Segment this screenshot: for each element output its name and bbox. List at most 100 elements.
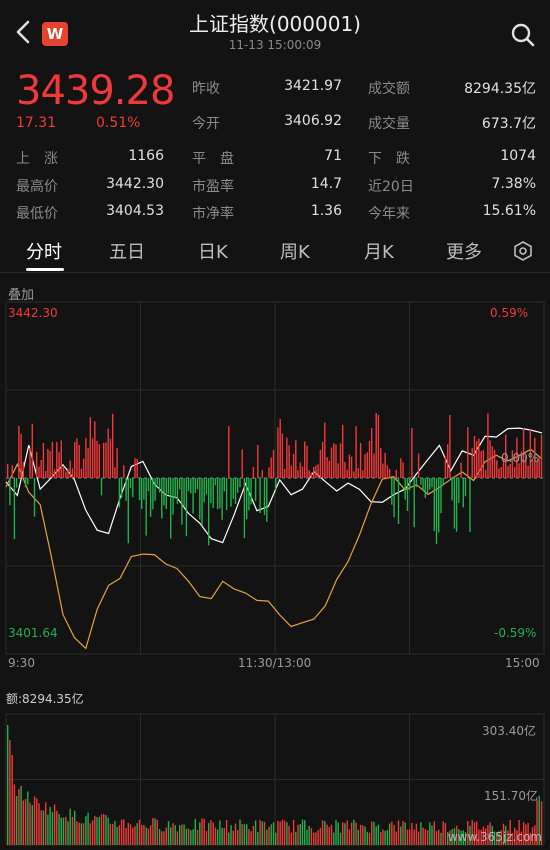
momentum-bar: [223, 478, 225, 492]
volume-bar: [413, 829, 415, 845]
volume-bar: [214, 827, 217, 845]
momentum-bar: [13, 478, 16, 540]
volume-bar: [337, 822, 339, 845]
tabs-divider: [0, 272, 550, 273]
volume-bar: [129, 824, 132, 845]
momentum-bar: [141, 478, 143, 509]
momentum-bar: [451, 478, 453, 501]
volume-bar: [49, 806, 51, 845]
momentum-bar: [114, 467, 116, 478]
volume-bar: [404, 822, 406, 845]
momentum-bar: [250, 478, 252, 505]
volume-bar: [402, 821, 404, 845]
momentum-bar: [85, 437, 87, 478]
momentum-bar: [27, 478, 29, 485]
momentum-bar: [31, 423, 33, 478]
volume-bar: [67, 821, 69, 845]
y-axis-bottom-percent: -0.59%: [494, 626, 537, 640]
tab-monthly-k[interactable]: 月K: [364, 238, 394, 264]
tab-intraday[interactable]: 分时: [26, 238, 62, 264]
momentum-bar: [192, 478, 194, 514]
volume-bar: [246, 824, 248, 845]
volume-bar: [366, 831, 368, 845]
volume-bar: [145, 827, 147, 845]
volume-bar: [339, 832, 342, 845]
volume-bar: [259, 819, 261, 845]
momentum-bar: [339, 443, 342, 478]
volume-bar: [239, 819, 241, 845]
volume-bar: [384, 830, 386, 845]
chart-settings-icon[interactable]: [512, 240, 534, 262]
momentum-bar: [263, 478, 266, 516]
momentum-bar: [404, 478, 406, 500]
momentum-bar: [11, 465, 13, 478]
stat-label-prev-close: 昨收: [192, 81, 220, 97]
volume-bar: [252, 825, 255, 845]
volume-bar: [406, 829, 409, 845]
volume-bar: [395, 831, 397, 845]
momentum-bar: [232, 478, 234, 499]
momentum-bar: [134, 458, 136, 478]
header-bar: W 上证指数(000001) 11-13 15:00:09: [0, 0, 550, 62]
volume-bar: [295, 831, 297, 845]
momentum-bar: [257, 444, 259, 478]
momentum-bar: [333, 443, 335, 478]
current-price: 3439.28: [16, 68, 175, 114]
momentum-bar: [355, 426, 357, 478]
momentum-bar: [174, 478, 176, 499]
volume-bar: [154, 818, 156, 845]
momentum-bar: [527, 465, 529, 478]
momentum-bar: [165, 478, 167, 510]
stat-value-pb: 1.36: [310, 203, 342, 219]
momentum-bar: [433, 478, 435, 532]
momentum-bar: [109, 438, 112, 478]
momentum-bar: [181, 478, 183, 525]
momentum-bar: [344, 461, 346, 478]
volume-bar: [143, 824, 145, 845]
momentum-bar: [154, 478, 156, 501]
volume-bar: [435, 831, 438, 845]
volume-bar: [422, 827, 424, 845]
momentum-bar: [80, 468, 83, 478]
momentum-bar: [74, 441, 76, 478]
volume-bar: [167, 821, 170, 845]
price-change: 17.31: [16, 115, 57, 131]
momentum-bar: [395, 469, 397, 478]
volume-bar: [359, 824, 362, 845]
volume-bar: [371, 821, 373, 845]
x-axis-close-time: 15:00: [505, 656, 540, 670]
volume-amount-label: 额:8294.35亿: [6, 692, 84, 706]
momentum-bar: [429, 478, 431, 490]
momentum-bar: [129, 478, 132, 489]
volume-bar: [277, 820, 279, 845]
volume-bar: [114, 820, 116, 845]
momentum-bar: [259, 478, 261, 514]
tab-5day[interactable]: 五日: [109, 238, 145, 264]
tab-weekly-k[interactable]: 周K: [280, 238, 310, 264]
volume-bar: [319, 827, 322, 845]
momentum-bar: [132, 478, 134, 498]
momentum-bar: [103, 442, 105, 478]
momentum-bar: [500, 466, 502, 478]
momentum-bar: [163, 478, 165, 506]
momentum-bar: [380, 448, 382, 478]
momentum-bar: [241, 449, 243, 478]
momentum-bar: [246, 478, 248, 520]
momentum-bar: [424, 478, 426, 498]
momentum-bar: [487, 413, 489, 478]
volume-bar: [18, 789, 20, 845]
tab-more[interactable]: 更多: [446, 238, 482, 264]
volume-bar: [96, 817, 98, 845]
tab-daily-k[interactable]: 日K: [198, 238, 228, 264]
search-icon[interactable]: [510, 22, 536, 48]
intraday-chart[interactable]: [0, 300, 550, 850]
volume-axis-mid: 151.70亿: [484, 789, 538, 803]
momentum-bar: [49, 450, 51, 478]
volume-bar: [263, 821, 266, 845]
momentum-bar: [371, 428, 373, 478]
volume-bar: [107, 817, 109, 845]
volume-bar: [161, 831, 163, 845]
volume-bar: [74, 810, 76, 845]
volume-bar: [216, 829, 219, 845]
momentum-bar: [297, 470, 299, 478]
